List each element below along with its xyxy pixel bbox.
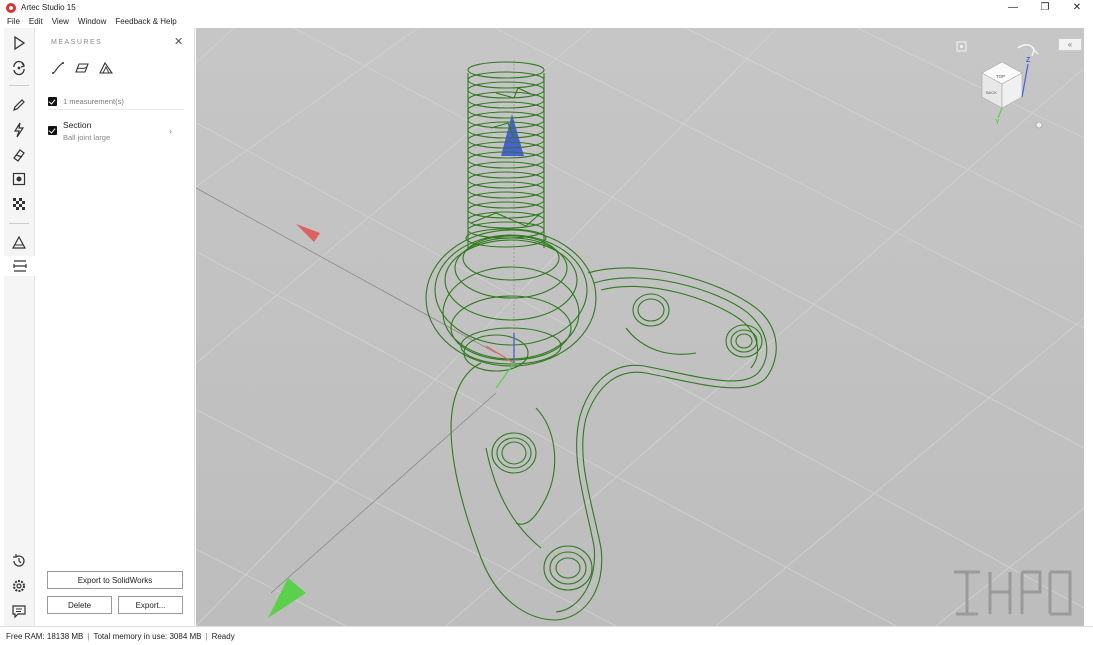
viewcube-z-label: Z: [1026, 57, 1031, 64]
settings-icon[interactable]: [9, 576, 29, 596]
total-memory-status: Total memory in use: 3084 MB: [93, 631, 202, 641]
menu-edit[interactable]: Edit: [29, 17, 43, 26]
toolbar-divider: [9, 85, 29, 86]
window-title: Artec Studio 15: [21, 3, 76, 12]
checker-icon[interactable]: [9, 194, 29, 214]
delete-button[interactable]: Delete: [47, 596, 112, 614]
viewcube-back-label: BACK: [986, 90, 997, 95]
left-toolbar: [4, 28, 35, 626]
measurement-title: Section: [63, 120, 92, 130]
measurement-subtitle: Ball joint large: [63, 133, 111, 142]
watermark-logo: [954, 570, 1072, 616]
status-separator: |: [87, 631, 90, 641]
viewport-background: [196, 28, 1084, 626]
surface-distance-icon[interactable]: [99, 61, 114, 75]
measurement-count: 1 measurement(s): [63, 97, 124, 106]
measure-tools: [51, 61, 123, 75]
window-controls: — ❐ ✕: [997, 0, 1093, 15]
tools-icon[interactable]: [9, 120, 29, 140]
menu-file[interactable]: File: [7, 17, 20, 26]
collapse-panel-button[interactable]: «: [1058, 38, 1082, 51]
measures-icon[interactable]: [4, 256, 35, 276]
select-all-checkbox[interactable]: [48, 97, 57, 106]
menu-bar: File Edit View Window Feedback & Help: [0, 15, 1093, 28]
export-button[interactable]: Export...: [118, 596, 183, 614]
window-right-border: [1084, 28, 1093, 626]
distance-icon[interactable]: [51, 61, 65, 75]
status-separator: |: [205, 631, 208, 641]
toolbar-divider: [9, 223, 29, 224]
maximize-button[interactable]: ❐: [1029, 0, 1061, 15]
menu-feedback-help[interactable]: Feedback & Help: [115, 17, 176, 26]
panel-title: MEASURES: [51, 39, 103, 46]
measurement-checkbox[interactable]: [48, 126, 57, 135]
register-icon[interactable]: [9, 169, 29, 189]
history-icon[interactable]: [9, 551, 29, 571]
viewcube-top-label: TOP: [996, 74, 1005, 79]
menu-window[interactable]: Window: [78, 17, 106, 26]
status-bar: Free RAM: 18138 MB | Total memory in use…: [0, 626, 1093, 645]
measures-panel: MEASURES ✕ 1 measurement(s) Section Ball…: [36, 28, 195, 626]
menu-view[interactable]: View: [52, 17, 69, 26]
chat-icon[interactable]: [9, 601, 29, 621]
chevron-right-icon[interactable]: ›: [169, 126, 172, 136]
play-icon[interactable]: [9, 33, 29, 53]
ready-status: Ready: [211, 631, 235, 641]
section-icon[interactable]: [75, 61, 89, 75]
3d-viewport[interactable]: TOP BACK Z Y «: [196, 28, 1084, 626]
texture-icon[interactable]: [9, 145, 29, 165]
viewcube-y-label: Y: [995, 119, 1000, 126]
title-bar: Artec Studio 15 — ❐ ✕: [0, 0, 1093, 15]
scene-canvas[interactable]: TOP BACK Z Y: [196, 28, 1084, 626]
measurement-item[interactable]: Section Ball joint large ›: [48, 118, 184, 146]
panel-close-icon[interactable]: ✕: [174, 37, 184, 48]
measurement-count-row[interactable]: 1 measurement(s): [48, 94, 184, 110]
edit-icon[interactable]: [9, 95, 29, 115]
free-ram-status: Free RAM: 18138 MB: [6, 631, 84, 641]
triangle-icon[interactable]: [9, 233, 29, 253]
app-logo-icon: [6, 2, 16, 13]
export-solidworks-button[interactable]: Export to SolidWorks: [47, 571, 183, 589]
minimize-button[interactable]: —: [997, 0, 1029, 15]
close-button[interactable]: ✕: [1061, 0, 1093, 15]
autopilot-icon[interactable]: [9, 58, 29, 78]
